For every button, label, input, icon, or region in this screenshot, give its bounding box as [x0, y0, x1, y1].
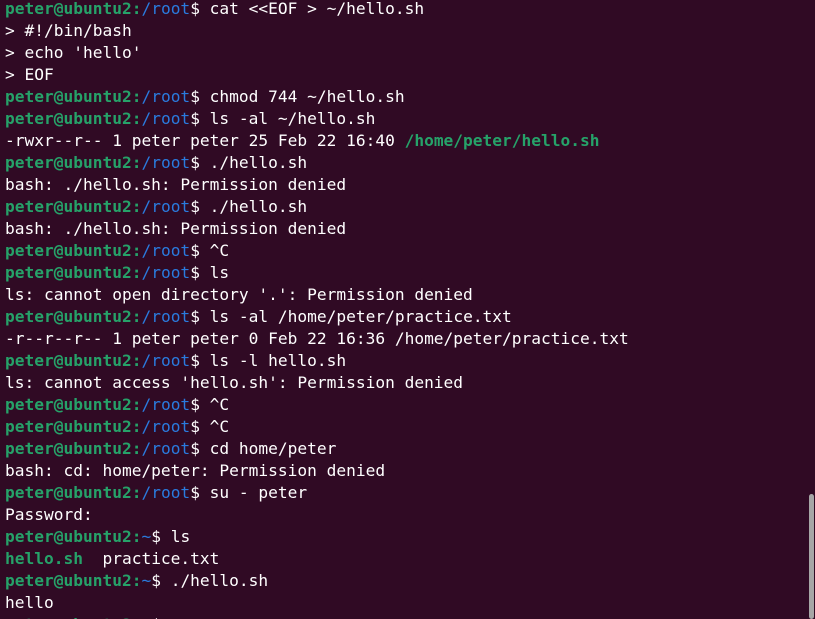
prompt-user-host: peter@ubuntu2: — [5, 395, 142, 414]
terminal-line: -r--r--r-- 1 peter peter 0 Feb 22 16:36 … — [5, 328, 629, 350]
terminal-text: $ ls — [190, 263, 230, 282]
terminal-line: peter@ubuntu2:/root$ ^C — [5, 394, 629, 416]
prompt-user-host: peter@ubuntu2: — [5, 241, 142, 260]
prompt-path: /root — [141, 153, 191, 172]
terminal-line: peter@ubuntu2:/root$ ^C — [5, 240, 629, 262]
prompt-path: /root — [141, 417, 191, 436]
prompt-path: /root — [141, 197, 191, 216]
prompt-path: ~ — [141, 615, 151, 619]
prompt-path: /root — [141, 351, 191, 370]
terminal-line: bash: ./hello.sh: Permission denied — [5, 174, 629, 196]
terminal-line: ls: cannot access 'hello.sh': Permission… — [5, 372, 629, 394]
prompt-path: /root — [141, 109, 191, 128]
prompt-path: /root — [141, 241, 191, 260]
terminal-text: $ ./hello.sh — [190, 153, 308, 172]
terminal-line: Password: — [5, 504, 629, 526]
terminal-text: $ cd home/peter — [190, 439, 337, 458]
terminal-text: ls: cannot access 'hello.sh': Permission… — [5, 373, 464, 392]
terminal-text: $ ^C — [190, 241, 230, 260]
terminal-text: bash: ./hello.sh: Permission denied — [5, 219, 347, 238]
terminal-text: $ ./hello.sh — [190, 197, 308, 216]
prompt-path: ~ — [141, 571, 152, 590]
prompt-path: /root — [141, 395, 191, 414]
terminal-line: > echo 'hello' — [5, 42, 629, 64]
prompt-user-host: peter@ubuntu2: — [5, 439, 142, 458]
terminal-output[interactable]: peter@ubuntu2:/root$ cat <<EOF > ~/hello… — [5, 0, 629, 619]
terminal-line: peter@ubuntu2:/root$ ./hello.sh — [5, 196, 629, 218]
prompt-user-host: peter@ubuntu2: — [5, 307, 142, 326]
terminal-text: $ su - peter — [190, 483, 308, 502]
terminal-text: > echo 'hello' — [5, 43, 142, 62]
terminal-line: peter@ubuntu2:~$ ./hello.sh — [5, 570, 629, 592]
terminal-text: hello — [5, 593, 54, 612]
prompt-path: /root — [141, 87, 191, 106]
terminal-line: bash: ./hello.sh: Permission denied — [5, 218, 629, 240]
terminal-line: > EOF — [5, 64, 629, 86]
terminal-line: peter@ubuntu2:/root$ ls -al ~/hello.sh — [5, 108, 629, 130]
terminal-line: bash: cd: home/peter: Permission denied — [5, 460, 629, 482]
prompt-user-host: peter@ubuntu2: — [5, 615, 141, 619]
terminal-text: $ — [151, 615, 171, 619]
prompt-user-host: peter@ubuntu2: — [5, 0, 142, 18]
terminal-window[interactable]: peter@ubuntu2:/root$ cat <<EOF > ~/hello… — [0, 0, 815, 619]
prompt-path: /root — [141, 263, 191, 282]
executable-filename: hello.sh — [5, 549, 83, 568]
terminal-text: > EOF — [5, 65, 54, 84]
terminal-line: ls: cannot open directory '.': Permissio… — [5, 284, 629, 306]
terminal-text: $ ^C — [190, 417, 230, 436]
terminal-text: $ cat <<EOF > ~/hello.sh — [190, 0, 425, 18]
terminal-line: peter@ubuntu2:/root$ ls — [5, 262, 629, 284]
terminal-line: peter@ubuntu2:/root$ ^C — [5, 416, 629, 438]
terminal-line: peter@ubuntu2:/root$ cd home/peter — [5, 438, 629, 460]
terminal-text: > #!/bin/bash — [5, 21, 132, 40]
prompt-user-host: peter@ubuntu2: — [5, 87, 142, 106]
terminal-text: $ chmod 744 ~/hello.sh — [190, 87, 405, 106]
terminal-line: peter@ubuntu2:~$ — [5, 614, 629, 619]
terminal-text: $ ./hello.sh — [151, 571, 269, 590]
terminal-text: $ ls -al /home/peter/practice.txt — [190, 307, 512, 326]
terminal-line: peter@ubuntu2:/root$ chmod 744 ~/hello.s… — [5, 86, 629, 108]
prompt-user-host: peter@ubuntu2: — [5, 417, 142, 436]
terminal-text: Password: — [5, 505, 93, 524]
terminal-line: peter@ubuntu2:/root$ ls -al /home/peter/… — [5, 306, 629, 328]
prompt-user-host: peter@ubuntu2: — [5, 109, 142, 128]
terminal-text: ls: cannot open directory '.': Permissio… — [5, 285, 473, 304]
terminal-line: hello — [5, 592, 629, 614]
terminal-text: $ ls -l hello.sh — [190, 351, 347, 370]
terminal-line: -rwxr--r-- 1 peter peter 25 Feb 22 16:40… — [5, 130, 629, 152]
terminal-line: peter@ubuntu2:~$ ls — [5, 526, 629, 548]
terminal-line: peter@ubuntu2:/root$ su - peter — [5, 482, 629, 504]
prompt-path: ~ — [141, 527, 152, 546]
terminal-line: hello.sh practice.txt — [5, 548, 629, 570]
terminal-line: > #!/bin/bash — [5, 20, 629, 42]
vertical-scrollbar[interactable] — [809, 494, 814, 619]
executable-filename: /home/peter/hello.sh — [404, 131, 600, 150]
prompt-user-host: peter@ubuntu2: — [5, 483, 142, 502]
prompt-path: /root — [141, 0, 191, 18]
prompt-user-host: peter@ubuntu2: — [5, 571, 142, 590]
prompt-path: /root — [141, 483, 191, 502]
terminal-text: $ ^C — [190, 395, 230, 414]
prompt-user-host: peter@ubuntu2: — [5, 153, 142, 172]
terminal-line: peter@ubuntu2:/root$ cat <<EOF > ~/hello… — [5, 0, 629, 20]
terminal-text: practice.txt — [82, 549, 220, 568]
prompt-path: /root — [141, 307, 191, 326]
terminal-text: $ ls — [151, 527, 191, 546]
terminal-line: peter@ubuntu2:/root$ ./hello.sh — [5, 152, 629, 174]
prompt-path: /root — [141, 439, 191, 458]
terminal-text: bash: cd: home/peter: Permission denied — [5, 461, 386, 480]
prompt-user-host: peter@ubuntu2: — [5, 527, 142, 546]
terminal-text: $ ls -al ~/hello.sh — [190, 109, 376, 128]
terminal-line: peter@ubuntu2:/root$ ls -l hello.sh — [5, 350, 629, 372]
prompt-user-host: peter@ubuntu2: — [5, 263, 142, 282]
prompt-user-host: peter@ubuntu2: — [5, 197, 142, 216]
terminal-text: bash: ./hello.sh: Permission denied — [5, 175, 347, 194]
prompt-user-host: peter@ubuntu2: — [5, 351, 142, 370]
terminal-text: -rwxr--r-- 1 peter peter 25 Feb 22 16:40 — [5, 131, 405, 150]
terminal-text: -r--r--r-- 1 peter peter 0 Feb 22 16:36 … — [5, 329, 629, 348]
